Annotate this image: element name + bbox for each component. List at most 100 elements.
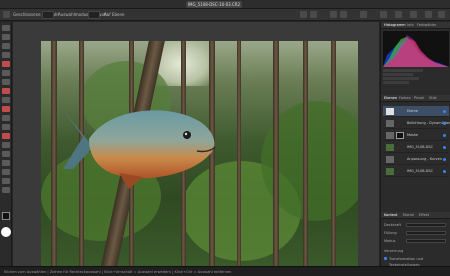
status-text: Klicken zum Auswählen | Ziehen für Recht… [4, 270, 232, 274]
tools-panel [0, 22, 12, 266]
toolbar-label-layer[interactable]: Auf Ebene [104, 11, 124, 19]
selection-tool-icon[interactable] [2, 43, 10, 49]
layer-thumbnail [386, 144, 394, 151]
layer-visibility-icon[interactable] [443, 170, 446, 173]
move-tool-icon[interactable] [2, 25, 10, 31]
crop-tool-icon[interactable] [2, 34, 10, 40]
layer-row[interactable]: Belichtung - Dynamikbereich [383, 118, 450, 129]
layer-visibility-icon[interactable] [443, 134, 446, 137]
toolbar-icon[interactable] [300, 11, 307, 18]
layer-thumbnail [386, 132, 394, 139]
toolbar-icon[interactable] [425, 11, 432, 18]
layer-mask-thumbnail [396, 132, 404, 139]
context-toolbar: Geschlossene Auswahl Auswahlmodus: Auswa… [0, 9, 450, 21]
mode-field[interactable] [406, 239, 446, 243]
layer-row[interactable]: Anpassung - Kurven [383, 154, 449, 165]
info-line [383, 77, 420, 80]
toolbar-field[interactable] [42, 11, 54, 19]
status-bar: Klicken zum Auswählen | Ziehen für Recht… [0, 266, 450, 276]
toolbar-icon[interactable] [395, 11, 402, 18]
layer-name: IMG_5108-DSC [407, 169, 434, 173]
title-bar: IMG_5108-DSC-10-03.CR2 [0, 0, 450, 9]
mode-label: Modus [384, 239, 396, 243]
tab-colors[interactable]: Farben [399, 95, 411, 102]
tab-histogram[interactable]: Histogramm [384, 22, 406, 29]
document-title[interactable]: IMG_5108-DSC-10-03.CR2 [186, 1, 242, 8]
tab-effect[interactable]: Effekt [419, 212, 429, 219]
layer-row[interactable]: Maske [383, 130, 449, 141]
piranha-image [61, 107, 216, 189]
transform-section[interactable]: Transformation und Texteinstellungen [384, 256, 448, 267]
opacity-row: Deckkraft [384, 222, 448, 228]
toolbar-icon[interactable] [360, 11, 367, 18]
tree-trunk [237, 41, 241, 266]
fill-field[interactable] [406, 231, 446, 235]
toolbar-icon[interactable] [310, 11, 317, 18]
background-color-swatch[interactable] [1, 227, 11, 237]
healing-tool-icon[interactable] [2, 97, 10, 103]
layer-name: Ebene [407, 109, 418, 113]
shape-tool-icon[interactable] [2, 151, 10, 157]
toolbar-field[interactable] [88, 11, 100, 19]
opacity-label: Deckkraft [384, 223, 401, 227]
tab-brushes[interactable]: Pinsel [414, 95, 424, 102]
fill-tool-icon[interactable] [2, 79, 10, 85]
tree-trunk [51, 41, 57, 266]
tab-context[interactable]: Kontext [384, 212, 397, 219]
right-panels: Histogramm Info Farbwähler Ebenen Farben… [380, 22, 450, 267]
tab-color-picker[interactable]: Farbwähler [417, 22, 436, 29]
blur-tool-icon[interactable] [2, 124, 10, 130]
distortion-label: Verzerrung [384, 249, 404, 253]
document-canvas[interactable] [41, 41, 358, 266]
dodge-tool-icon[interactable] [2, 115, 10, 121]
layer-visibility-icon[interactable] [443, 110, 446, 113]
layer-visibility-icon[interactable] [443, 146, 446, 149]
toolbar-label-mode[interactable]: Auswahlmodus: Auswahl [58, 11, 108, 19]
layer-row[interactable]: IMG_5108-DSC [383, 166, 449, 177]
layer-thumbnail [386, 156, 394, 163]
pen-tool-icon[interactable] [2, 133, 10, 139]
opacity-field[interactable] [406, 223, 446, 227]
toolbar-icon[interactable] [380, 11, 387, 18]
clone-tool-icon[interactable] [2, 88, 10, 94]
brush-tool-icon[interactable] [2, 61, 10, 67]
foreground-color-swatch[interactable] [2, 212, 10, 220]
layer-row[interactable]: Ebene [383, 106, 449, 117]
info-line [383, 69, 423, 72]
toolbar-icon[interactable] [438, 11, 445, 18]
text-tool-icon[interactable] [2, 142, 10, 148]
tab-layer[interactable]: Ebene [403, 212, 414, 219]
histogram-info [383, 68, 449, 98]
toolbar-button[interactable] [3, 11, 10, 18]
tree-trunk [303, 41, 308, 266]
transform-checkbox[interactable] [384, 257, 387, 260]
tab-layers[interactable]: Ebenen [384, 95, 397, 102]
toolbar-icon[interactable] [330, 11, 337, 18]
panel-tabs-top: Histogramm Info Farbwähler [381, 22, 450, 29]
gradient-tool-icon[interactable] [2, 160, 10, 166]
tab-styles[interactable]: Stile [429, 95, 437, 102]
panel-tabs-context: Kontext Ebene Effekt [381, 212, 450, 219]
eraser-tool-icon[interactable] [2, 70, 10, 76]
distortion-section[interactable]: Verzerrung [384, 248, 448, 254]
toolbar-icon[interactable] [410, 11, 417, 18]
tab-info[interactable]: Info [407, 22, 414, 29]
app-window: IMG_5108-DSC-10-03.CR2 Geschlossene Ausw… [0, 0, 450, 276]
tree-trunk [331, 41, 336, 266]
hand-tool-icon[interactable] [2, 178, 10, 184]
layer-thumbnail [386, 108, 394, 115]
info-line [383, 73, 413, 76]
red-eye-tool-icon[interactable] [2, 106, 10, 112]
zoom-tool-icon[interactable] [2, 187, 10, 193]
eyedropper-tool-icon[interactable] [2, 169, 10, 175]
layer-name: Maske [407, 133, 419, 137]
info-line [383, 81, 410, 84]
layer-visibility-icon[interactable] [443, 158, 446, 161]
toolbar-icon[interactable] [340, 11, 347, 18]
canvas-area [13, 22, 379, 266]
panel-tabs-layers: Ebenen Farben Pinsel Stile [381, 95, 450, 102]
histogram-chart [383, 31, 449, 67]
layer-row[interactable]: IMG_5108-DSC [383, 142, 449, 153]
layer-visibility-icon[interactable] [443, 122, 446, 125]
lasso-tool-icon[interactable] [2, 52, 10, 58]
